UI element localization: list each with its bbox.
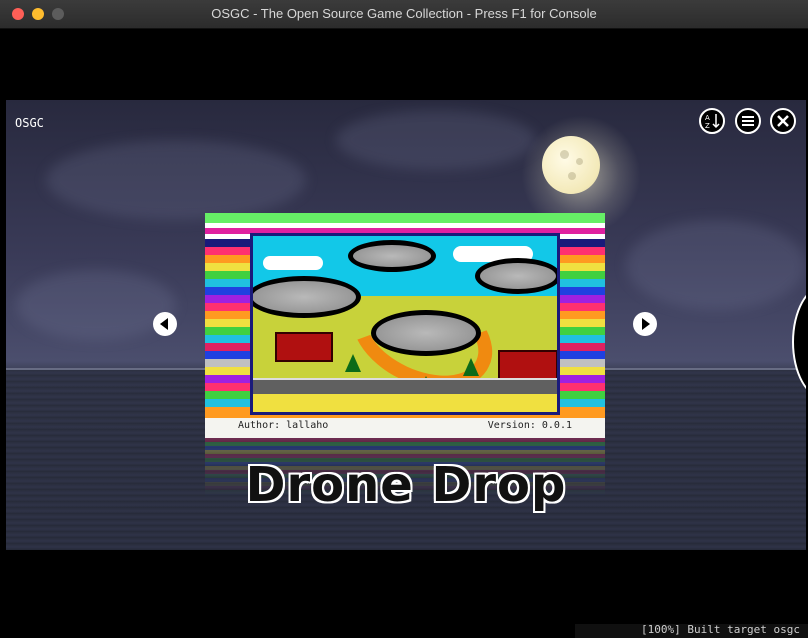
game-cover[interactable]: Author: lallaho Version: 0.0.1 xyxy=(205,213,605,438)
cloud xyxy=(626,220,806,310)
close-icon xyxy=(777,115,789,127)
svg-text:Z: Z xyxy=(705,122,710,130)
version-label: Version: 0.0.1 xyxy=(487,420,572,431)
scene-house xyxy=(275,332,333,362)
terminal-line: [100%] Built target osgc xyxy=(641,623,800,636)
drone-view xyxy=(371,310,481,356)
window-title: OSGC - The Open Source Game Collection -… xyxy=(211,6,597,21)
game-window: OSGC - The Open Source Game Collection -… xyxy=(0,0,808,624)
cloud xyxy=(16,270,176,340)
scene-sand xyxy=(253,394,557,412)
moon-crater xyxy=(576,158,583,165)
scene-tree xyxy=(463,358,479,376)
sort-button[interactable]: A Z xyxy=(699,108,725,134)
chevron-left-icon xyxy=(160,318,168,330)
chevron-right-icon xyxy=(642,318,650,330)
author-label: Author: lallaho xyxy=(238,420,329,431)
cloud xyxy=(46,140,306,220)
app-label: OSGC xyxy=(15,116,44,130)
next-game-button[interactable] xyxy=(633,312,657,336)
moon xyxy=(542,136,600,194)
moon-crater xyxy=(560,150,569,159)
drone-view xyxy=(475,258,557,294)
moon-crater xyxy=(568,172,576,180)
drone-view xyxy=(348,240,436,272)
game-title: Drone Drop xyxy=(245,457,567,513)
game-screenshot xyxy=(250,233,560,415)
svg-text:A: A xyxy=(705,114,710,122)
sort-az-icon: A Z xyxy=(705,114,720,130)
scene-tree xyxy=(345,354,361,372)
cloud xyxy=(336,110,536,170)
drone-view xyxy=(253,276,361,318)
game-carousel: OSGC A Z Author: lallaho Version: 0.0.1 … xyxy=(6,100,806,550)
previous-game-button[interactable] xyxy=(153,312,177,336)
close-button[interactable] xyxy=(770,108,796,134)
scene-cloud xyxy=(263,256,323,270)
hamburger-menu-icon xyxy=(742,116,754,126)
title-bar[interactable]: OSGC - The Open Source Game Collection -… xyxy=(0,0,808,29)
menu-button[interactable] xyxy=(735,108,761,134)
